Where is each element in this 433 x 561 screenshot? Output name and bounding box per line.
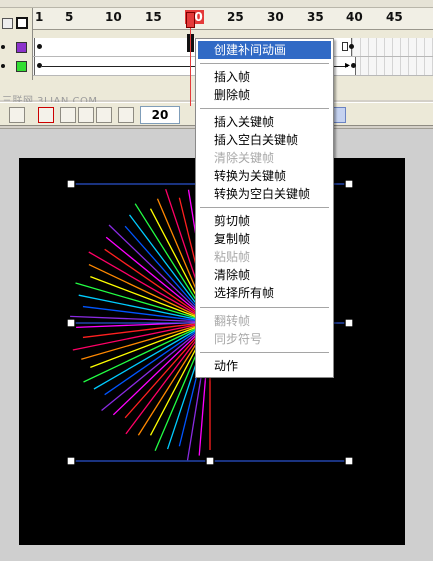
menu-separator [200, 207, 329, 208]
timeline-top-strip [0, 0, 433, 8]
ruler-label: 35 [307, 10, 324, 24]
menu-item-synchronize-symbols: 同步符号 [214, 332, 263, 346]
burst-line [128, 214, 204, 313]
center-frame-icon[interactable] [38, 107, 54, 123]
transform-handle[interactable] [66, 179, 76, 189]
ruler-label: 5 [65, 10, 74, 24]
menu-item-cut-frames[interactable]: 剪切帧 [198, 212, 331, 230]
keyframe-marker[interactable] [349, 44, 354, 49]
menu-separator [200, 108, 329, 109]
playhead-handle[interactable] [186, 12, 195, 28]
menu-item-insert-blank-keyframe[interactable]: 插入空白关键帧 [198, 131, 331, 149]
menu-separator [200, 352, 329, 353]
onion-skin-icon[interactable] [60, 107, 76, 123]
transform-handle[interactable] [344, 318, 354, 328]
menu-item-select-all-frames[interactable]: 选择所有帧 [198, 284, 331, 302]
layer-color-swatch-2[interactable] [16, 61, 27, 72]
transform-handle[interactable] [66, 318, 76, 328]
layer-column [0, 8, 33, 80]
menu-item-clear-keyframe: 清除关键帧 [214, 151, 275, 165]
burst-line [70, 315, 199, 323]
burst-line [125, 331, 204, 435]
ruler-label: 10 [105, 10, 122, 24]
lock-dot-icon[interactable] [1, 45, 5, 49]
menu-item-copy-frames[interactable]: 复制帧 [198, 230, 331, 248]
ruler-label: 45 [386, 10, 403, 24]
layer-row-1[interactable] [0, 38, 33, 57]
modify-markers-icon[interactable] [118, 107, 134, 123]
menu-item-reverse-frames: 翻转帧 [214, 314, 251, 328]
menu-item-insert-frame[interactable]: 插入帧 [198, 68, 331, 86]
show-outline-icon[interactable] [16, 17, 28, 29]
menu-item-insert-keyframe[interactable]: 插入关键帧 [198, 113, 331, 131]
menu-item-convert-to-blank-keyframe[interactable]: 转换为空白关键帧 [198, 185, 331, 203]
onion-outline-icon[interactable] [78, 107, 94, 123]
edit-multiple-frames-icon[interactable] [96, 107, 112, 123]
current-frame-field[interactable]: 20 [140, 106, 180, 124]
menu-item-actions[interactable]: 动作 [198, 357, 331, 375]
layer-color-swatch-1[interactable] [16, 42, 27, 53]
ruler-label: 30 [267, 10, 284, 24]
ruler-label: 1 [35, 10, 44, 24]
keyframe-marker[interactable] [37, 44, 42, 49]
transform-handle[interactable] [344, 456, 354, 466]
transform-handle[interactable] [66, 456, 76, 466]
frame-context-menu: 创建补间动画 插入帧 删除帧 插入关键帧 插入空白关键帧 清除关键帧 转换为关键… [195, 38, 334, 378]
burst-line [105, 236, 202, 315]
keyframe-marker[interactable] [351, 63, 356, 68]
trash-icon[interactable] [9, 107, 25, 123]
transform-handle[interactable] [205, 456, 215, 466]
burst-line [90, 325, 200, 368]
outline-toggle-icon[interactable] [2, 18, 13, 29]
menu-separator [200, 63, 329, 64]
frame-ruler[interactable]: 1 5 10 15 20 25 30 35 40 45 [33, 8, 433, 30]
menu-separator [200, 307, 329, 308]
ruler-label: 40 [346, 10, 363, 24]
end-frame-marker[interactable] [342, 42, 348, 51]
ruler-label: 25 [227, 10, 244, 24]
menu-item-create-motion-tween[interactable]: 创建补间动画 [198, 41, 331, 59]
menu-item-clear-frames[interactable]: 清除帧 [198, 266, 331, 284]
menu-item-paste-frames: 粘贴帧 [214, 250, 251, 264]
layer-row-2[interactable] [0, 57, 33, 76]
burst-line [88, 251, 200, 317]
burst-line [93, 327, 200, 390]
burst-line [90, 276, 200, 319]
ruler-label: 15 [145, 10, 162, 24]
transform-handle[interactable] [344, 179, 354, 189]
arrow-right-icon: ▸ [345, 60, 351, 71]
menu-item-convert-to-keyframe[interactable]: 转换为关键帧 [198, 167, 331, 185]
playhead-line [190, 28, 191, 106]
menu-item-remove-frame[interactable]: 删除帧 [198, 86, 331, 104]
lock-dot-icon[interactable] [1, 64, 5, 68]
